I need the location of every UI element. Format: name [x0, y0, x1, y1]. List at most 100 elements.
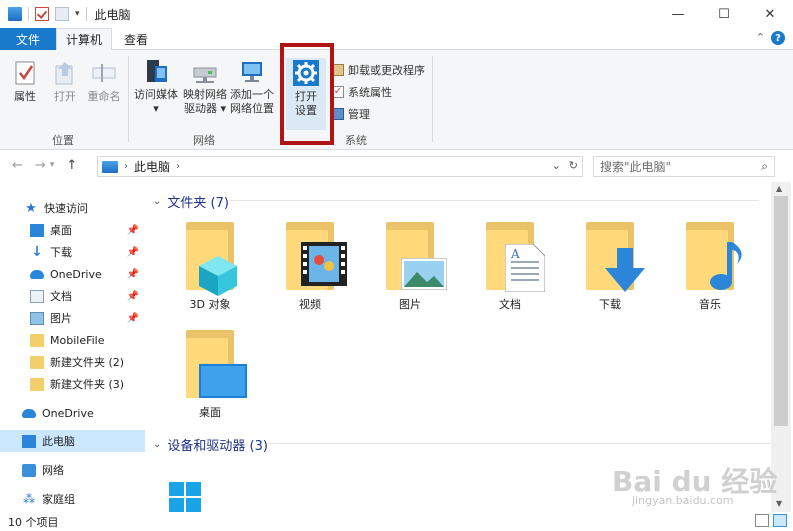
open-button[interactable]: 打开: [48, 60, 82, 104]
navigation-pane: ★ 快速访问 桌面 📌 ↓ 下载 📌 OneDrive 📌 文档 📌 图片 📌 …: [0, 182, 145, 512]
nav-onedrive[interactable]: OneDrive: [0, 402, 145, 424]
pin-icon: 📌: [126, 246, 139, 258]
folder-documents[interactable]: A 文档: [465, 208, 555, 311]
star-icon: ★: [25, 200, 37, 216]
rename-button[interactable]: 重命名: [84, 60, 124, 104]
large-icons-view-icon[interactable]: [773, 514, 787, 527]
folder-music[interactable]: 音乐: [665, 208, 755, 311]
folder-label: 文档: [499, 298, 521, 311]
folder-downloads[interactable]: 下载: [565, 208, 655, 311]
properties-button[interactable]: 属性: [8, 60, 42, 104]
nav-item-documents[interactable]: 文档 📌: [0, 285, 145, 307]
details-view-icon[interactable]: [755, 514, 769, 527]
new-folder-quick-icon[interactable]: [55, 7, 69, 21]
nav-item-onedrive-pinned[interactable]: OneDrive 📌: [0, 263, 145, 285]
maximize-button[interactable]: ☐: [701, 0, 747, 28]
pin-icon: 📌: [126, 268, 139, 280]
address-bar[interactable]: › 此电脑 › ⌄ ↻: [97, 156, 583, 177]
nav-homegroup[interactable]: ⁂ 家庭组: [0, 488, 145, 510]
map-network-drive-button[interactable]: 映射网络 驱动器 ▾: [181, 58, 229, 116]
breadcrumb-this-pc[interactable]: 此电脑: [134, 158, 170, 175]
window-controls: — ☐ ✕: [655, 0, 793, 28]
nav-label: MobileFile: [50, 333, 105, 347]
search-icon[interactable]: ⌕: [761, 159, 768, 174]
download-arrow-icon: [605, 248, 645, 292]
status-bar: 10 个项目: [0, 512, 793, 531]
folder-label: 视频: [299, 298, 321, 311]
nav-item-new-folder-2[interactable]: 新建文件夹 (2): [0, 351, 145, 373]
add-network-location-button[interactable]: 添加一个 网络位置: [228, 58, 276, 116]
tab-file[interactable]: 文件: [0, 28, 56, 50]
access-media-button[interactable]: 访问媒体 ▾: [132, 58, 180, 116]
nav-item-downloads[interactable]: ↓ 下载 📌: [0, 241, 145, 263]
address-dropdown-icon[interactable]: ⌄: [552, 159, 561, 172]
tab-view[interactable]: 查看: [113, 28, 159, 50]
manage-button[interactable]: 管理: [332, 106, 370, 122]
collapse-chevron-icon[interactable]: ⌄: [153, 196, 161, 207]
folder-label: 图片: [399, 298, 421, 311]
nav-label: 桌面: [50, 224, 72, 237]
recent-locations-icon[interactable]: ▾: [50, 160, 55, 173]
nav-buttons: ← → ▾ ↑: [12, 158, 77, 173]
group-label-location: 位置: [52, 134, 74, 147]
folder-label: 下载: [599, 298, 621, 311]
devices-section-header[interactable]: ⌄ 设备和驱动器 (3): [153, 435, 773, 454]
help-icon[interactable]: ?: [771, 31, 785, 45]
folder-label: 音乐: [699, 298, 721, 311]
properties-quick-icon[interactable]: [35, 7, 49, 21]
system-properties-label: 系统属性: [348, 86, 392, 99]
search-box[interactable]: 搜索"此电脑" ⌕: [593, 156, 775, 177]
window-title: 此电脑: [94, 7, 131, 22]
folder-videos[interactable]: 视频: [265, 208, 355, 311]
nav-this-pc[interactable]: 此电脑: [0, 430, 145, 452]
minimize-button[interactable]: —: [655, 0, 701, 28]
folder-icon: [30, 333, 44, 347]
windows-drive-icon[interactable]: [169, 482, 201, 512]
uninstall-program-button[interactable]: 卸载或更改程序: [332, 62, 425, 78]
nav-label: 此电脑: [42, 435, 75, 448]
section-title: 设备和驱动器 (3): [167, 439, 268, 454]
scroll-down-icon[interactable]: ▼: [776, 499, 782, 508]
customize-toolbar-dropdown-icon[interactable]: ▾: [75, 9, 80, 19]
nav-item-desktop[interactable]: 桌面 📌: [0, 219, 145, 241]
search-placeholder: 搜索"此电脑": [600, 160, 672, 174]
collapse-chevron-icon[interactable]: ⌄: [153, 439, 161, 450]
nav-item-pictures[interactable]: 图片 📌: [0, 307, 145, 329]
nav-item-new-folder-3[interactable]: 新建文件夹 (3): [0, 373, 145, 395]
folder-pictures[interactable]: 图片: [365, 208, 455, 311]
close-button[interactable]: ✕: [747, 0, 793, 28]
homegroup-icon: ⁂: [23, 491, 35, 506]
collapse-ribbon-icon[interactable]: ⌃: [756, 31, 765, 44]
uninstall-label: 卸载或更改程序: [348, 64, 425, 77]
pictures-icon: [30, 311, 44, 325]
access-media-label: 访问媒体: [134, 88, 178, 101]
breadcrumb-chevron-icon[interactable]: ›: [176, 161, 180, 172]
nav-label: 下载: [50, 246, 72, 259]
breadcrumb-chevron-icon[interactable]: ›: [124, 161, 128, 172]
forward-arrow-icon[interactable]: →: [35, 158, 46, 173]
system-properties-button[interactable]: ✓ 系统属性: [332, 84, 392, 100]
onedrive-icon: [22, 408, 36, 418]
film-strip-icon: [301, 242, 347, 286]
folder-label: 桌面: [199, 406, 221, 419]
nav-quick-access[interactable]: ★ 快速访问: [0, 197, 145, 219]
rename-icon: [91, 60, 117, 86]
this-pc-icon: [102, 160, 118, 173]
back-arrow-icon[interactable]: ←: [12, 158, 23, 173]
map-network-label-1: 映射网络: [183, 88, 227, 101]
address-row: ← → ▾ ↑ › 此电脑 › ⌄ ↻ 搜索"此电脑" ⌕: [0, 152, 793, 180]
properties-icon: [12, 60, 38, 86]
nav-item-mobilefile[interactable]: MobileFile: [0, 329, 145, 351]
nav-label: 新建文件夹 (2): [50, 356, 125, 369]
nav-network[interactable]: 网络: [0, 459, 145, 481]
nav-label: 家庭组: [42, 493, 75, 506]
up-arrow-icon[interactable]: ↑: [66, 158, 77, 173]
scroll-up-icon[interactable]: ▲: [776, 184, 782, 193]
ribbon: 属性 打开 重命名 位置 访问媒体 ▾ 映射网络 驱动器 ▾ 添加一个 网络位置: [0, 50, 793, 150]
add-network-label-1: 添加一个: [230, 88, 274, 101]
folder-desktop[interactable]: 桌面: [165, 316, 255, 419]
tab-computer[interactable]: 计算机: [56, 28, 112, 50]
refresh-icon[interactable]: ↻: [569, 159, 578, 172]
scrollbar-thumb[interactable]: [774, 196, 788, 426]
folder-3d-objects[interactable]: 3D 对象: [165, 208, 255, 311]
